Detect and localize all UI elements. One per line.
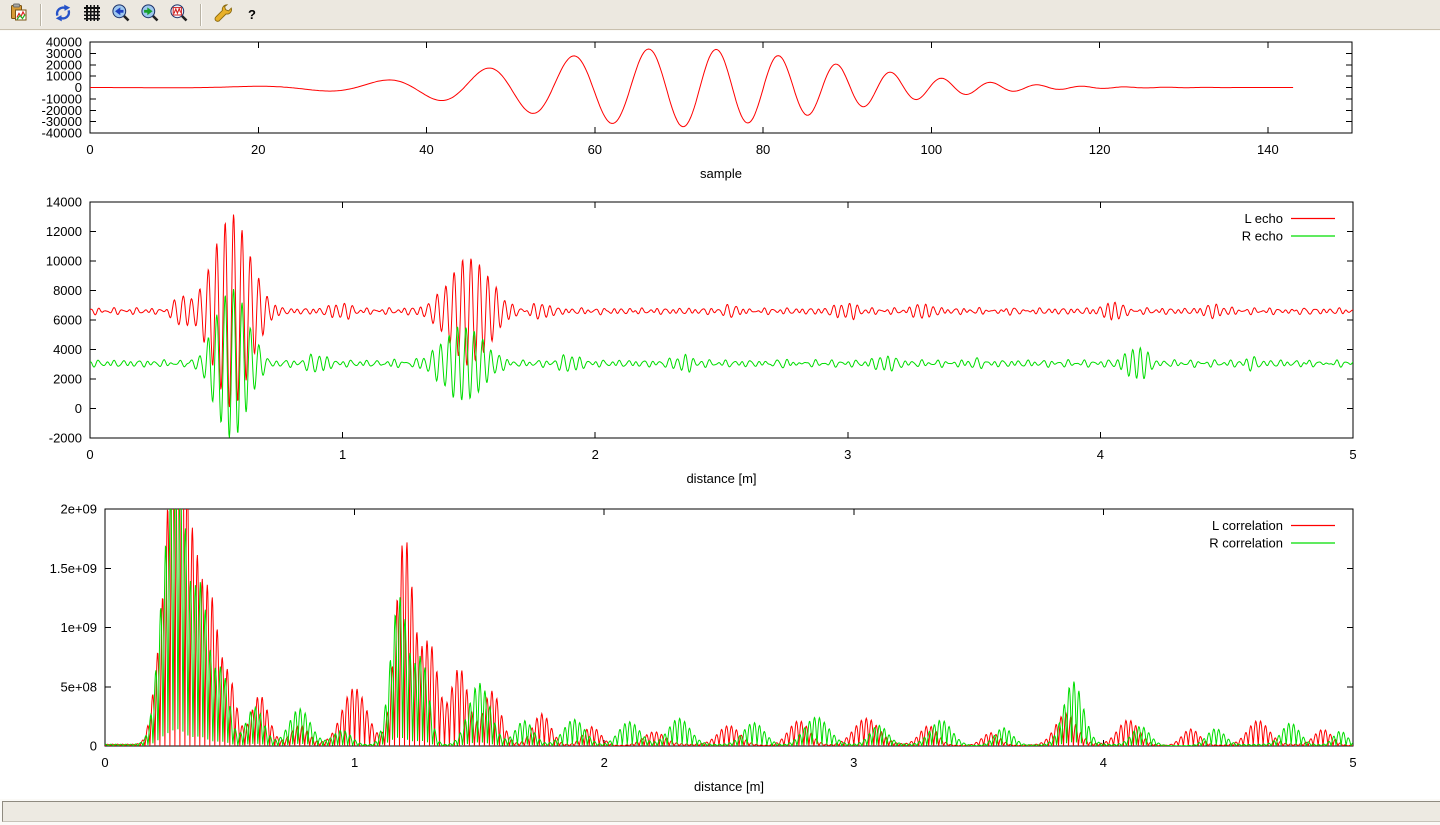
svg-text:L echo: L echo: [1244, 211, 1283, 226]
svg-text:R echo: R echo: [1242, 229, 1283, 244]
svg-text:3: 3: [844, 447, 851, 462]
copy-plot-button[interactable]: [6, 2, 32, 28]
clipboard-chart-icon: [9, 3, 29, 26]
svg-text:sample: sample: [700, 166, 742, 181]
wrench-icon: [213, 3, 233, 26]
svg-text:120: 120: [1089, 142, 1111, 157]
svg-text:2000: 2000: [53, 372, 82, 387]
refresh-arrows-icon: [53, 3, 73, 26]
svg-text:5: 5: [1349, 755, 1356, 770]
toolbar: ?: [0, 0, 1440, 30]
svg-text:10000: 10000: [46, 254, 82, 269]
svg-text:R correlation: R correlation: [1209, 536, 1283, 551]
svg-text:4: 4: [1100, 755, 1107, 770]
svg-text:0: 0: [75, 401, 82, 416]
svg-text:5: 5: [1349, 447, 1356, 462]
svg-text:6000: 6000: [53, 313, 82, 328]
zoom-next-button[interactable]: [137, 2, 163, 28]
svg-text:140: 140: [1257, 142, 1279, 157]
svg-text:1: 1: [339, 447, 346, 462]
toggle-grid-button[interactable]: [79, 2, 105, 28]
svg-text:14000: 14000: [46, 195, 82, 210]
svg-text:-2000: -2000: [49, 431, 82, 446]
replot-button[interactable]: [50, 2, 76, 28]
svg-text:distance [m]: distance [m]: [686, 471, 756, 486]
svg-text:0: 0: [86, 142, 93, 157]
apply-autoscale-button[interactable]: [166, 2, 192, 28]
configure-button[interactable]: [210, 2, 236, 28]
svg-text:distance [m]: distance [m]: [694, 779, 764, 794]
chart-sweep-signal[interactable]: 020406080100120140-40000-30000-20000-100…: [0, 32, 1440, 200]
svg-text:2: 2: [601, 755, 608, 770]
svg-text:80: 80: [756, 142, 770, 157]
help-button[interactable]: ?: [239, 2, 265, 28]
svg-text:40000: 40000: [46, 35, 82, 50]
svg-text:1.5e+09: 1.5e+09: [50, 561, 97, 576]
toolbar-separator: [40, 4, 42, 26]
toolbar-separator: [200, 4, 202, 26]
svg-text:2e+09: 2e+09: [60, 502, 97, 517]
status-bar: [2, 801, 1440, 822]
svg-text:20: 20: [251, 142, 265, 157]
svg-text:2: 2: [592, 447, 599, 462]
svg-text:1: 1: [351, 755, 358, 770]
svg-text:3: 3: [850, 755, 857, 770]
svg-text:12000: 12000: [46, 224, 82, 239]
grid-icon: [82, 3, 102, 26]
svg-text:1e+09: 1e+09: [60, 620, 97, 635]
zoom-previous-button[interactable]: [108, 2, 134, 28]
svg-text:?: ?: [248, 7, 256, 22]
magnifier-plot-icon: [169, 3, 189, 26]
gnuplot-window: { "window": { "toolbar_background": "#ec…: [0, 0, 1440, 825]
question-mark-icon: ?: [242, 3, 262, 26]
svg-text:40: 40: [419, 142, 433, 157]
svg-text:4000: 4000: [53, 342, 82, 357]
svg-text:4: 4: [1097, 447, 1104, 462]
svg-text:0: 0: [101, 755, 108, 770]
svg-text:L correlation: L correlation: [1212, 518, 1283, 533]
magnifier-right-arrow-icon: [140, 3, 160, 26]
svg-text:100: 100: [920, 142, 942, 157]
svg-text:0: 0: [86, 447, 93, 462]
magnifier-left-arrow-icon: [111, 3, 131, 26]
svg-text:0: 0: [90, 739, 97, 754]
svg-text:8000: 8000: [53, 283, 82, 298]
chart-correlation[interactable]: 0 1 2 3 4 5 0 5e+08 1e+09 1.5e+09 2e+09 distance [m…: [0, 499, 1440, 799]
svg-text:60: 60: [588, 142, 602, 157]
svg-text:5e+08: 5e+08: [60, 679, 97, 694]
chart-echo-signals[interactable]: 0 1 2 3 4 5 -2000 0 2000 4000 6000 8000 10000 12000 14…: [0, 192, 1440, 492]
